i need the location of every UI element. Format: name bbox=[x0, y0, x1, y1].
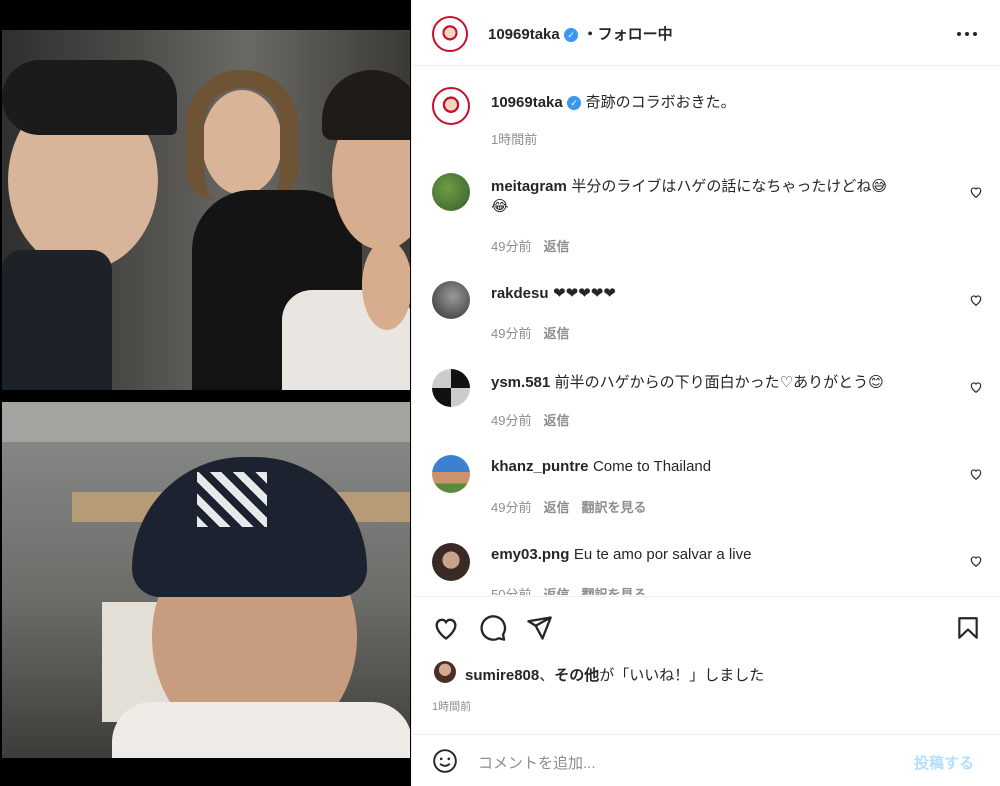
comment-text: 前半のハゲからの下り面白かった♡ありがとう😊 bbox=[554, 374, 884, 391]
comment-avatar[interactable] bbox=[432, 281, 470, 319]
reply-button[interactable]: 返信 bbox=[543, 239, 569, 254]
comment-time: 49分前 bbox=[491, 239, 532, 254]
reply-button[interactable]: 返信 bbox=[543, 413, 569, 428]
post-header: 10969taka ✓ ・フォロー中 bbox=[412, 0, 1000, 66]
caption-author-avatar[interactable] bbox=[432, 87, 470, 125]
comment-avatar[interactable] bbox=[432, 455, 470, 493]
caption-time: 1時間前 bbox=[491, 132, 538, 147]
like-comment-heart-icon[interactable] bbox=[969, 467, 983, 481]
reply-button[interactable]: 返信 bbox=[543, 326, 569, 341]
comment: rakdesu ❤❤❤❤❤ bbox=[491, 284, 616, 303]
like-comment-heart-icon[interactable] bbox=[969, 293, 983, 307]
liker-avatar[interactable] bbox=[434, 661, 456, 683]
verified-badge-icon: ✓ bbox=[564, 27, 579, 42]
likes-text: 「いいね！」しました bbox=[614, 667, 765, 684]
comment-input[interactable]: コメントを追加... bbox=[478, 752, 596, 773]
comment-username[interactable]: rakdesu bbox=[491, 285, 549, 302]
save-bookmark-icon[interactable] bbox=[955, 614, 981, 642]
comment-time: 49分前 bbox=[491, 500, 532, 515]
post-side-panel: 10969taka ✓ ・フォロー中 10969taka ✓ 奇跡のコラボおきた… bbox=[411, 0, 1000, 786]
see-translation-button[interactable]: 翻訳を見る bbox=[581, 587, 646, 595]
author-username[interactable]: 10969taka bbox=[488, 26, 560, 43]
post-media[interactable] bbox=[0, 0, 411, 786]
comment-text: 半分のライブはハゲの話になちゃったけどね😅 bbox=[571, 178, 887, 195]
comment: emy03.png Eu te amo por salvar a live bbox=[491, 546, 751, 564]
like-comment-heart-icon[interactable] bbox=[969, 380, 983, 394]
comment-text-line2: 😂 bbox=[491, 198, 509, 215]
comment-time: 50分前 bbox=[491, 587, 532, 595]
caption-text: 奇跡のコラボおきた。 bbox=[585, 94, 736, 111]
comments-list[interactable]: 10969taka ✓ 奇跡のコラボおきた。 1時間前 meitagram 半分… bbox=[412, 67, 1000, 595]
live-video-frame-top bbox=[2, 30, 410, 390]
following-status[interactable]: ・フォロー中 bbox=[583, 26, 673, 43]
comment-avatar[interactable] bbox=[432, 173, 470, 211]
post-comment-button[interactable]: 投稿する bbox=[914, 752, 974, 773]
comment: meitagram 半分のライブはハゲの話になちゃったけどね😅 bbox=[491, 175, 887, 196]
caption-username[interactable]: 10969taka bbox=[491, 94, 563, 111]
reply-button[interactable]: 返信 bbox=[543, 500, 569, 515]
comment-text: ❤❤❤❤❤ bbox=[553, 285, 616, 302]
more-options-icon[interactable] bbox=[955, 24, 979, 44]
comment-bubble-icon[interactable] bbox=[479, 614, 507, 642]
reply-button[interactable]: 返信 bbox=[543, 587, 569, 595]
see-translation-button[interactable]: 翻訳を見る bbox=[581, 500, 646, 515]
comment: khanz_puntre Come to Thailand bbox=[491, 458, 711, 476]
comment-composer: コメントを追加... 投稿する bbox=[412, 734, 1000, 786]
comment-username[interactable]: emy03.png bbox=[491, 546, 569, 563]
verified-badge-icon: ✓ bbox=[567, 95, 582, 110]
liker-username[interactable]: sumire808 bbox=[465, 667, 539, 684]
comment-username[interactable]: ysm.581 bbox=[491, 374, 550, 391]
likes-summary: sumire808、その他が「いいね！」しました bbox=[465, 664, 764, 685]
post-actions: sumire808、その他が「いいね！」しました 1時間前 bbox=[412, 596, 1000, 724]
share-paper-plane-icon[interactable] bbox=[525, 614, 553, 642]
likes-others-link[interactable]: その他 bbox=[554, 667, 599, 684]
comment-username[interactable]: khanz_puntre bbox=[491, 458, 589, 475]
like-comment-heart-icon[interactable] bbox=[969, 185, 983, 199]
comment-text: Eu te amo por salvar a live bbox=[573, 546, 752, 563]
comment-username[interactable]: meitagram bbox=[491, 178, 567, 195]
post-timestamp: 1時間前 bbox=[432, 701, 472, 713]
live-video-frame-bottom bbox=[2, 402, 410, 758]
like-comment-heart-icon[interactable] bbox=[969, 554, 983, 568]
like-heart-icon[interactable] bbox=[432, 614, 460, 642]
author-avatar[interactable] bbox=[432, 16, 468, 52]
comment-time: 49分前 bbox=[491, 326, 532, 341]
comment: ysm.581 前半のハゲからの下り面白かった♡ありがとう😊 bbox=[491, 371, 884, 392]
likes-separator: 、 bbox=[539, 667, 555, 684]
comment-avatar[interactable] bbox=[432, 369, 470, 407]
caption: 10969taka ✓ 奇跡のコラボおきた。 bbox=[491, 91, 736, 112]
likes-particle: が bbox=[599, 667, 615, 684]
comment-avatar[interactable] bbox=[432, 543, 470, 581]
comment-time: 49分前 bbox=[491, 413, 532, 428]
emoji-picker-icon[interactable] bbox=[432, 748, 458, 774]
comment-text: Come to Thailand bbox=[592, 458, 712, 475]
